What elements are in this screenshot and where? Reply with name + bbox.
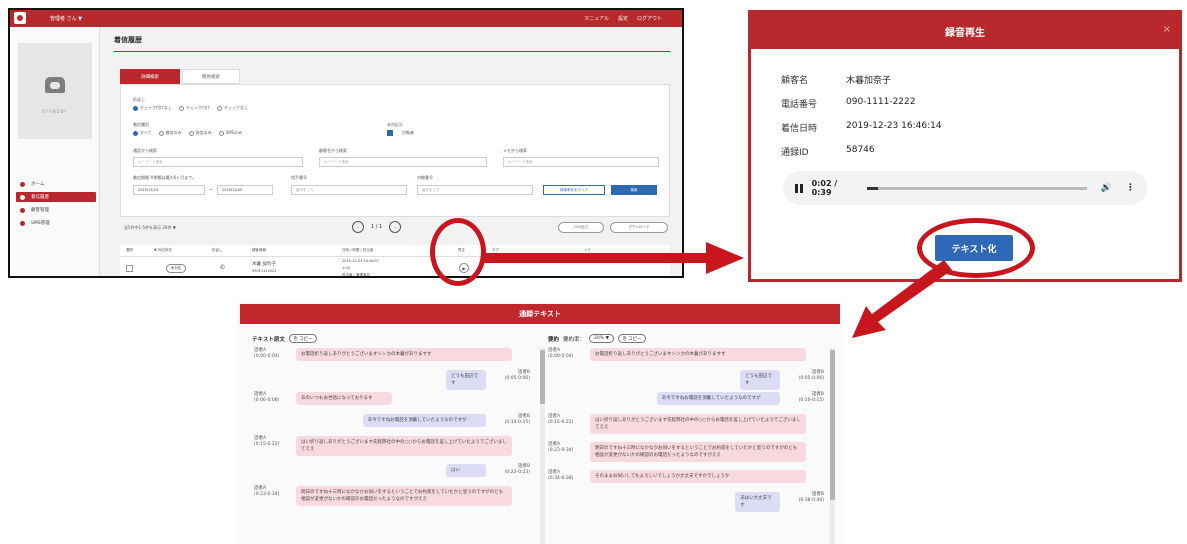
arrow-to-dialog-icon: [482, 242, 744, 274]
arrow-to-transcript-icon: [852, 260, 952, 338]
arrow-overlay: [482, 242, 952, 338]
